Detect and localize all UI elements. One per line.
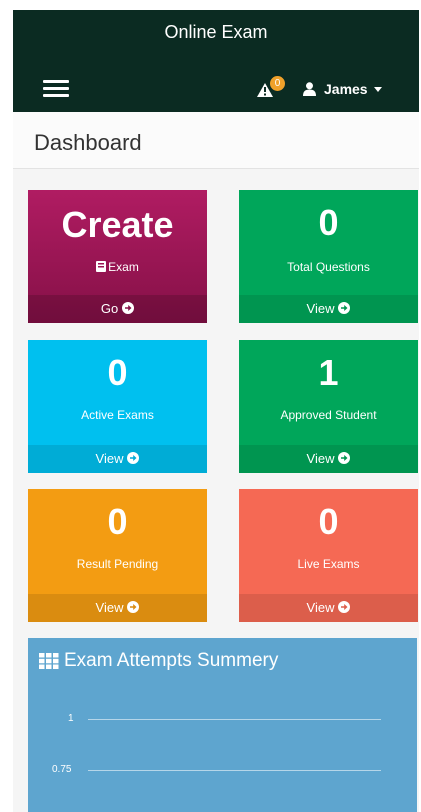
hamburger-icon [43,80,69,83]
tile-value: 0 [107,501,128,542]
tile-label: Total Questions [287,260,370,274]
tile-label: Exam [28,260,207,274]
result-pending-view-link[interactable]: View [28,594,207,622]
active-exams-view-link[interactable]: View [28,445,207,473]
live-exams-view-link[interactable]: View [239,594,418,622]
book-icon [96,261,107,272]
approved-student-tile: 1 Approved Student View [239,340,418,473]
app-container: Online Exam 0 James Dashboard Create Exa… [13,10,419,812]
page-title: Dashboard [34,130,142,155]
total-questions-view-link[interactable]: View [239,295,418,323]
tile-label: Result Pending [76,557,159,571]
active-exams-tile: 0 Active Exams View [28,340,207,473]
exam-attempts-chart-panel: Exam Attempts Summery 1 0.75 [28,638,417,812]
arrow-circle-right-icon [338,452,351,464]
top-navbar: Online Exam 0 James [13,10,419,112]
create-exam-go-link[interactable]: Go [28,295,207,323]
arrow-circle-right-icon [127,601,140,613]
tile-value: 0 [318,501,339,542]
page-header: Dashboard [13,112,419,169]
chevron-down-icon [373,86,382,92]
chart-title: Exam Attempts Summery [64,650,279,671]
tile-value: 0 [318,202,339,243]
tile-value: 0 [107,352,128,393]
tile-value: Create [61,204,174,245]
tile-label: Live Exams [297,557,360,571]
arrow-circle-right-icon [338,601,351,613]
arrow-circle-right-icon [338,302,351,314]
gridline [88,719,381,720]
create-exam-tile: Create Exam Go [28,190,207,323]
notifications-button[interactable]: 0 [257,76,289,104]
tile-label: Approved Student [280,408,377,422]
live-exams-tile: 0 Live Exams View [239,489,418,622]
result-pending-tile: 0 Result Pending View [28,489,207,622]
total-questions-tile: 0 Total Questions View [239,190,418,323]
y-tick-label: 0.75 [52,764,72,775]
gridline [88,770,381,771]
approved-student-view-link[interactable]: View [239,445,418,473]
arrow-circle-right-icon [122,302,135,314]
menu-toggle-button[interactable] [43,80,69,98]
arrow-circle-right-icon [127,452,140,464]
notification-badge: 0 [270,76,285,91]
user-name: James [324,81,368,97]
th-icon [39,653,59,669]
tile-label: Active Exams [81,408,154,422]
user-icon [303,82,316,96]
tile-value: 1 [318,352,339,393]
user-menu-dropdown[interactable]: James [303,79,382,99]
chart-header: Exam Attempts Summery [39,650,278,672]
app-title: Online Exam [164,22,268,42]
y-tick-label: 1 [68,713,74,724]
